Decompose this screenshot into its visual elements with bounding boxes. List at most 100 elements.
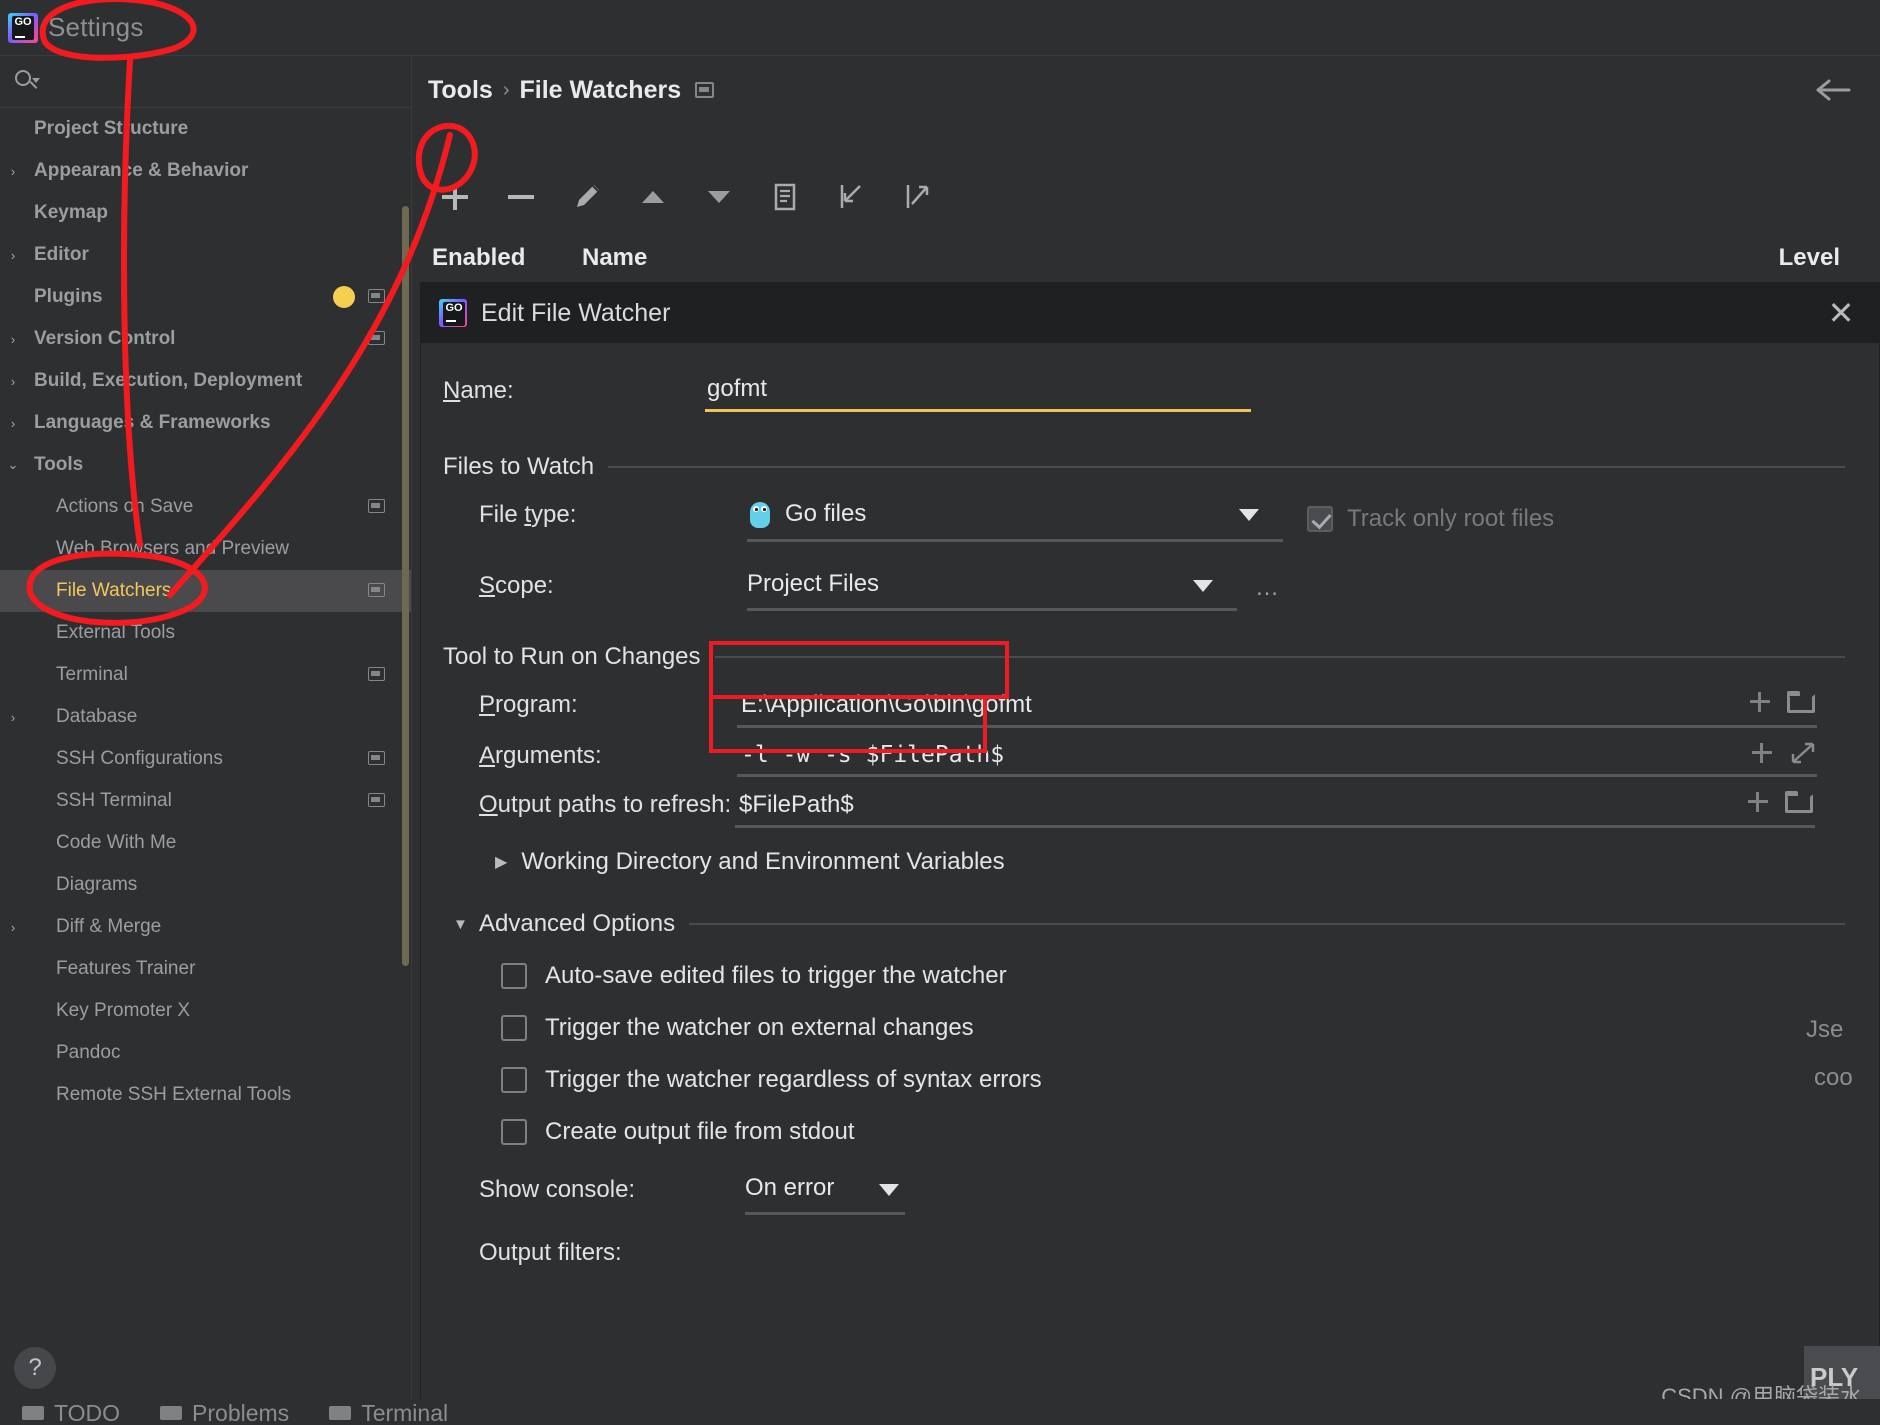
sidebar-item-features-trainer[interactable]: Features Trainer (0, 948, 411, 990)
track-only-root-files-label: Track only root files (1347, 505, 1555, 532)
advanced-checkbox-list: Auto-save edited files to trigger the wa… (443, 962, 1845, 1146)
chevron-down-icon[interactable] (1239, 509, 1259, 521)
chevron-icon[interactable]: › (0, 164, 26, 179)
column-header-name: Name (582, 243, 648, 271)
advanced-checkbox-0[interactable]: Auto-save edited files to trigger the wa… (501, 962, 1845, 990)
sidebar-item-key-promoter-x[interactable]: Key Promoter X (0, 990, 411, 1032)
sidebar-item-label: Database (56, 706, 138, 727)
copy-settings-icon[interactable] (368, 331, 385, 345)
sidebar-item-version-control[interactable]: › Version Control (0, 318, 411, 360)
copy-settings-icon[interactable] (368, 793, 385, 807)
dialog-title: Edit File Watcher (481, 298, 671, 327)
chevron-down-icon[interactable] (879, 1184, 899, 1196)
insert-macro-icon[interactable] (1745, 789, 1771, 815)
sidebar-item-database[interactable]: › Database (0, 696, 411, 738)
sidebar-item-ssh-terminal[interactable]: SSH Terminal (0, 780, 411, 822)
sidebar-item-diff-merge[interactable]: › Diff & Merge (0, 906, 411, 948)
file-type-value: Go files (785, 500, 867, 527)
checkbox-box (1307, 506, 1333, 532)
chevron-icon[interactable]: › (0, 416, 26, 431)
scope-combo[interactable]: Project Files (737, 566, 1237, 611)
sidebar-item-pandoc[interactable]: Pandoc (0, 1032, 411, 1074)
sidebar-item-plugins[interactable]: Plugins (0, 276, 411, 318)
copy-settings-icon[interactable] (368, 751, 385, 765)
sidebar-scrollbar[interactable] (402, 206, 409, 966)
copy-settings-icon[interactable] (368, 289, 385, 303)
add-watcher-button[interactable] (432, 174, 478, 220)
output-paths-field[interactable]: $FilePath$ (735, 785, 1815, 828)
advanced-options-section-header[interactable]: ▼ Advanced Options (453, 910, 1845, 938)
chevron-down-icon[interactable] (1193, 580, 1213, 592)
copy-watcher-button[interactable] (762, 174, 808, 220)
file-type-combo[interactable]: Go files (737, 495, 1283, 542)
copy-settings-icon[interactable] (695, 82, 715, 98)
sidebar-item-file-watchers[interactable]: File Watchers (0, 570, 411, 612)
checkbox-box (501, 1067, 527, 1093)
sidebar-item-label: Version Control (34, 328, 176, 349)
sidebar-item-build-execution-deployment[interactable]: › Build, Execution, Deployment (0, 360, 411, 402)
show-console-combo[interactable]: On error (735, 1170, 905, 1215)
chevron-icon[interactable]: › (0, 374, 26, 389)
file-type-row: File type: Go files Track only root file… (443, 495, 1845, 542)
copy-settings-icon[interactable] (368, 583, 385, 597)
chevron-icon[interactable]: › (0, 920, 26, 935)
sidebar-item-code-with-me[interactable]: Code With Me (0, 822, 411, 864)
statusbar-item-problems[interactable]: Problems (160, 1400, 289, 1425)
chevron-icon[interactable]: › (0, 332, 26, 347)
move-up-button[interactable] (630, 174, 676, 220)
statusbar-item-terminal[interactable]: Terminal (329, 1400, 448, 1425)
sidebar-item-remote-ssh-external-tools[interactable]: Remote SSH External Tools (0, 1074, 411, 1116)
scope-more-button[interactable]: … (1255, 566, 1281, 602)
expand-editor-icon[interactable] (1789, 740, 1817, 766)
sidebar-item-label: SSH Terminal (56, 790, 172, 811)
track-only-root-files-checkbox[interactable]: Track only root files (1307, 501, 1554, 533)
export-button[interactable] (894, 174, 940, 220)
insert-macro-icon[interactable] (1749, 740, 1775, 766)
section-divider (608, 466, 1845, 468)
sidebar-item-diagrams[interactable]: Diagrams (0, 864, 411, 906)
sidebar-item-terminal[interactable]: Terminal (0, 654, 411, 696)
search-input[interactable] (48, 71, 397, 92)
sidebar-item-appearance-behavior[interactable]: › Appearance & Behavior (0, 150, 411, 192)
ghost-text-1: Jse (1806, 1016, 1844, 1043)
arguments-field[interactable]: -l -w -s $FilePath$ (737, 736, 1817, 777)
chevron-right-icon: ▶ (495, 854, 508, 871)
name-field[interactable]: gofmt (705, 369, 1251, 412)
advanced-checkbox-3[interactable]: Create output file from stdout (501, 1118, 1845, 1146)
sidebar-item-web-browsers-and-preview[interactable]: Web Browsers and Preview (0, 528, 411, 570)
sidebar-item-languages-frameworks[interactable]: › Languages & Frameworks (0, 402, 411, 444)
back-arrow-icon[interactable] (1816, 78, 1852, 102)
chevron-icon[interactable]: › (0, 248, 26, 263)
advanced-checkbox-1[interactable]: Trigger the watcher on external changes (501, 1014, 1845, 1042)
name-label: Name: (443, 377, 514, 404)
files-to-watch-section-header: Files to Watch (443, 453, 1845, 481)
close-icon[interactable]: ✕ (1821, 293, 1861, 333)
move-down-button[interactable] (696, 174, 742, 220)
sidebar-item-ssh-configurations[interactable]: SSH Configurations (0, 738, 411, 780)
sidebar-item-tools[interactable]: ⌄ Tools (0, 444, 411, 486)
import-button[interactable] (828, 174, 874, 220)
insert-macro-icon[interactable] (1747, 689, 1773, 715)
copy-settings-icon[interactable] (368, 667, 385, 681)
statusbar-item-todo[interactable]: TODO (22, 1400, 120, 1425)
browse-folder-icon[interactable] (1787, 690, 1817, 714)
output-paths-value: $FilePath$ (739, 791, 854, 818)
chevron-icon[interactable]: ⌄ (0, 457, 26, 473)
advanced-checkbox-2[interactable]: Trigger the watcher regardless of syntax… (501, 1066, 1845, 1094)
browse-folder-icon[interactable] (1785, 790, 1815, 814)
chevron-icon[interactable]: › (0, 710, 26, 725)
sidebar-search-row[interactable] (0, 56, 411, 108)
working-directory-expander[interactable]: ▶ Working Directory and Environment Vari… (495, 848, 1845, 876)
remove-watcher-button[interactable] (498, 174, 544, 220)
sidebar-item-actions-on-save[interactable]: Actions on Save (0, 486, 411, 528)
program-field[interactable]: E:\Application\Go\bin\gofmt (737, 685, 1817, 728)
breadcrumb-root[interactable]: Tools (428, 76, 493, 105)
sidebar-item-external-tools[interactable]: External Tools (0, 612, 411, 654)
help-button[interactable]: ? (14, 1347, 56, 1389)
sidebar-item-keymap[interactable]: Keymap (0, 192, 411, 234)
sidebar-item-project-structure[interactable]: Project Structure (0, 108, 411, 150)
sidebar-item-editor[interactable]: › Editor (0, 234, 411, 276)
edit-watcher-button[interactable] (564, 174, 610, 220)
scope-row: Scope: Project Files … (443, 566, 1845, 611)
copy-settings-icon[interactable] (368, 499, 385, 513)
